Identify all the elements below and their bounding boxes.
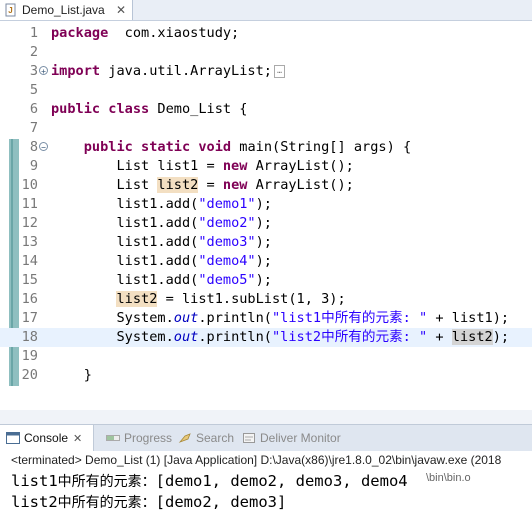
line-number: 8 <box>29 139 38 155</box>
folded-code-icon[interactable]: … <box>273 64 285 78</box>
line-number: 1 <box>29 25 38 41</box>
line-number: 13 <box>21 234 38 250</box>
tab-progress[interactable]: Progress <box>100 425 172 451</box>
tab-search[interactable]: Search <box>172 425 234 451</box>
code-text: package com.xiaostudy; <box>51 25 240 41</box>
code-line[interactable]: 2 <box>0 43 532 62</box>
code-line[interactable]: 11 list1.add("demo1"); <box>0 195 532 214</box>
code-text: list1.add("demo4"); <box>51 253 272 269</box>
code-text: System.out.println("list2中所有的元素: " + lis… <box>51 329 510 345</box>
code-line[interactable]: 12 list1.add("demo2"); <box>0 214 532 233</box>
tab-deliver-monitor-label: Deliver Monitor <box>260 431 341 445</box>
overlay-text: \bin\bin.o <box>426 472 471 484</box>
code-line[interactable]: 10 List list2 = new ArrayList(); <box>0 176 532 195</box>
line-number: 16 <box>21 291 38 307</box>
expand-fold-icon[interactable]: + <box>39 66 48 76</box>
code-line[interactable]: 14 list1.add("demo4"); <box>0 252 532 271</box>
code-text: } <box>51 367 92 383</box>
tab-console[interactable]: Console ✕ <box>0 425 94 451</box>
code-editor[interactable]: 1 package com.xiaostudy; 2 3 + import java.ut… <box>0 21 532 410</box>
collapse-fold-icon[interactable]: − <box>39 142 48 152</box>
progress-icon <box>106 432 120 444</box>
code-line[interactable]: 20 } <box>0 366 532 385</box>
code-line[interactable]: 9 List list1 = new ArrayList(); <box>0 157 532 176</box>
console-view-tabs: Console ✕ Progress Search Deliver Monito… <box>0 424 532 451</box>
console-output-line: list2中所有的元素：[demo2, demo3] <box>11 493 287 511</box>
java-file-icon: J <box>4 3 18 17</box>
line-number: 2 <box>29 44 38 60</box>
tab-console-label: Console <box>24 431 69 445</box>
editor-tab-bar: J Demo_List.java ✕ <box>0 0 532 21</box>
code-line[interactable]: 1 package com.xiaostudy; <box>0 24 532 43</box>
line-number: 7 <box>29 120 38 136</box>
code-line[interactable]: 18 System.out.println("list2中所有的元素: " + … <box>0 328 532 347</box>
code-line[interactable]: 16 list2 = list1.subList(1, 3); <box>0 290 532 309</box>
code-text: List list1 = new ArrayList(); <box>51 158 354 174</box>
svg-text:J: J <box>8 6 12 15</box>
close-icon[interactable]: ✕ <box>116 3 126 17</box>
code-text: list1.add("demo3"); <box>51 234 272 250</box>
code-line[interactable]: 17 System.out.println("list1中所有的元素: " + … <box>0 309 532 328</box>
code-text: public class Demo_List { <box>51 101 248 117</box>
tab-deliver-monitor[interactable]: Deliver Monitor <box>236 425 341 451</box>
line-number: 20 <box>21 367 38 383</box>
line-number: 12 <box>21 215 38 231</box>
code-text: list2 = list1.subList(1, 3); <box>116 291 346 307</box>
code-text: System.out.println("list1中所有的元素: " + lis… <box>51 310 510 326</box>
close-icon[interactable]: ✕ <box>73 432 82 445</box>
code-text: list1.add("demo2"); <box>51 215 272 231</box>
line-number: 3 <box>29 63 38 79</box>
line-number: 6 <box>29 101 38 117</box>
line-number: 19 <box>21 348 38 364</box>
editor-tab-label: Demo_List.java <box>22 3 105 17</box>
line-number: 9 <box>29 158 38 174</box>
line-number: 5 <box>29 82 38 98</box>
deliver-monitor-icon <box>242 432 256 444</box>
line-number: 11 <box>21 196 38 212</box>
code-text: List list2 = new ArrayList(); <box>51 177 354 193</box>
code-line[interactable]: 8− public static void main(String[] args… <box>0 138 532 157</box>
code-line[interactable]: 5 <box>0 81 532 100</box>
line-number: 15 <box>21 272 38 288</box>
code-line[interactable]: 19 <box>0 347 532 366</box>
tab-progress-label: Progress <box>124 431 173 445</box>
search-icon <box>178 432 192 444</box>
code-line[interactable]: 3 + import java.util.ArrayList;… <box>0 62 532 81</box>
editor-tab-demo-list[interactable]: J Demo_List.java ✕ <box>0 0 133 20</box>
code-line[interactable]: 7 <box>0 119 532 138</box>
line-number: 18 <box>21 329 38 345</box>
line-number: 14 <box>21 253 38 269</box>
code-line[interactable]: 6 public class Demo_List { <box>0 100 532 119</box>
code-text: public static void main(String[] args) { <box>83 139 412 155</box>
line-number: 17 <box>21 310 38 326</box>
console-output-line: list1中所有的元素：[demo1, demo2, demo3, demo4 <box>11 472 408 490</box>
code-line[interactable]: 15 list1.add("demo5"); <box>0 271 532 290</box>
code-text: list1.add("demo5"); <box>51 272 272 288</box>
code-text: list1.add("demo1"); <box>51 196 272 212</box>
tab-search-label: Search <box>196 431 235 445</box>
code-text: import java.util.ArrayList;… <box>51 62 285 81</box>
view-sash[interactable] <box>0 410 532 424</box>
terminated-status: <terminated> Demo_List (1) [Java Applica… <box>11 453 502 467</box>
code-line[interactable]: 13 list1.add("demo3"); <box>0 233 532 252</box>
line-number: 10 <box>21 177 38 193</box>
console-icon <box>6 432 20 444</box>
